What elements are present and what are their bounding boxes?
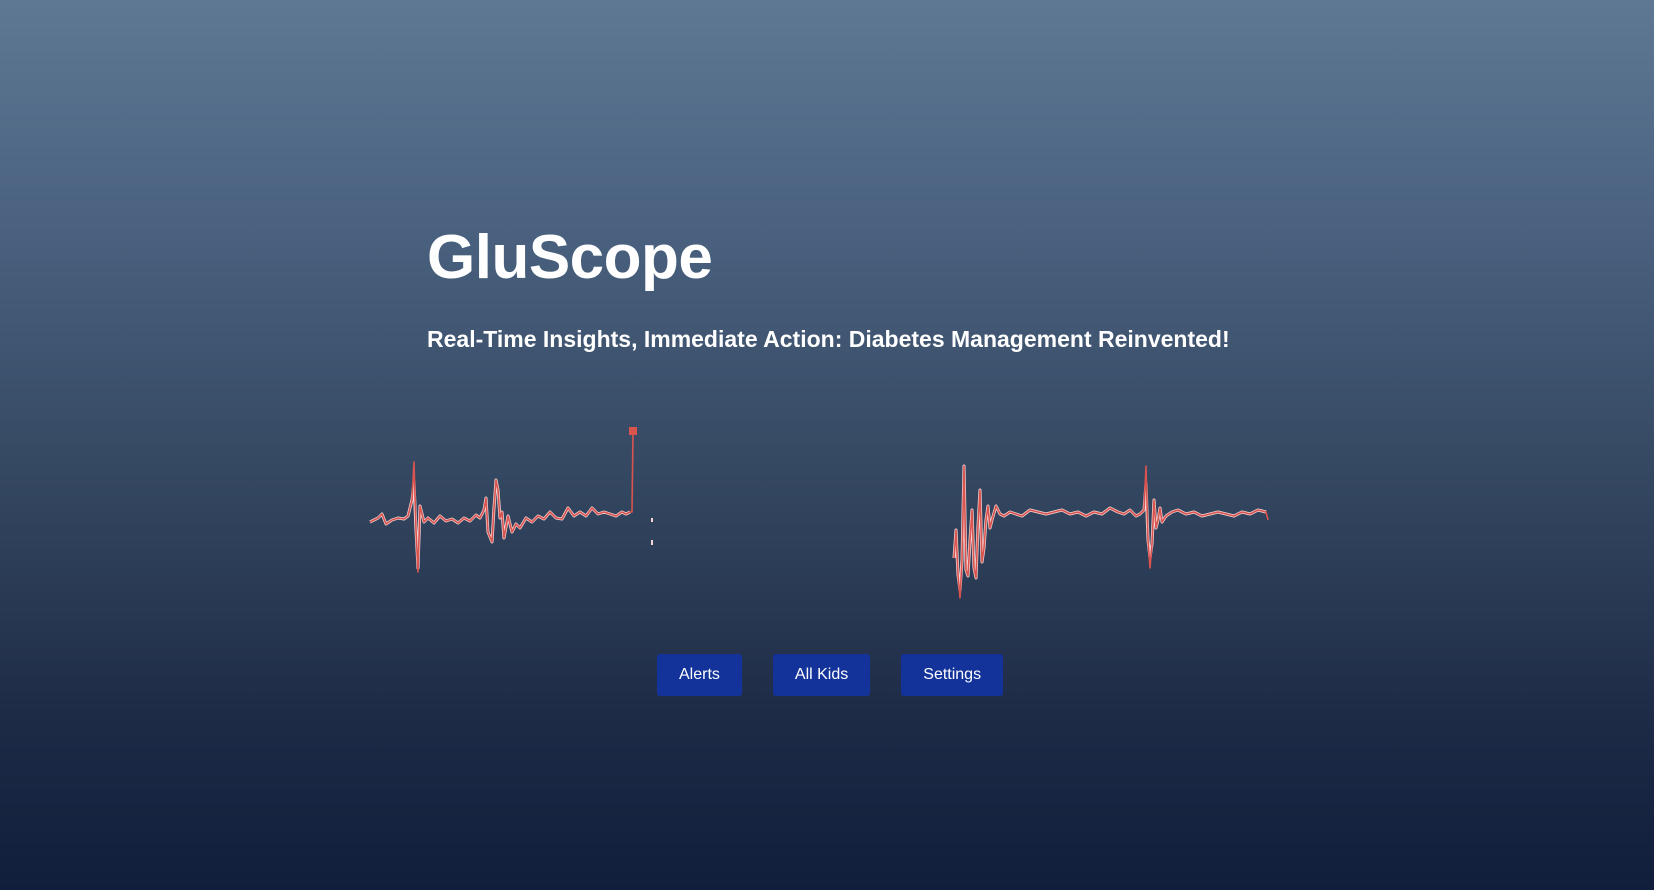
tagline: Real-Time Insights, Immediate Action: Di… [427, 326, 1230, 352]
waveform-left-graphic [369, 427, 653, 573]
alerts-button[interactable]: Alerts [657, 654, 742, 696]
app-title: GluScope [427, 223, 713, 292]
main-nav: Alerts All Kids Settings [657, 654, 1004, 696]
hero-section: GluScope Real-Time Insights, Immediate A… [427, 220, 1327, 352]
waveform-right-graphic [952, 464, 1269, 599]
all-kids-button[interactable]: All Kids [772, 654, 871, 696]
settings-button[interactable]: Settings [901, 654, 1004, 696]
